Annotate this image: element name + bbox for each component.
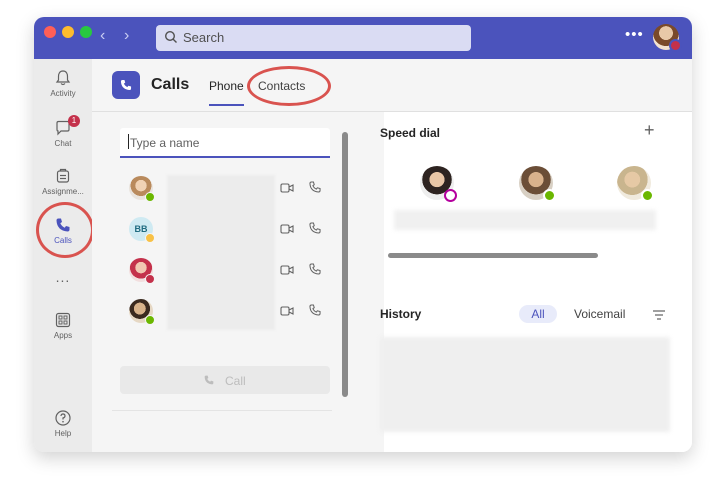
more-options-icon[interactable]: ••• xyxy=(625,26,644,43)
history-title: History xyxy=(380,307,422,321)
app-rail: Activity 1 Chat Assignme... Calls ... Ap… xyxy=(34,59,94,452)
divider xyxy=(112,410,332,411)
search-icon xyxy=(164,30,177,43)
rail-item-chat[interactable]: 1 Chat xyxy=(34,115,92,148)
chat-unread-badge: 1 xyxy=(68,115,80,127)
zoom-window-button[interactable] xyxy=(80,26,92,38)
annotation-ellipse-calls xyxy=(36,202,94,258)
contact-avatar-4[interactable] xyxy=(129,299,155,325)
name-input-placeholder: Type a name xyxy=(130,136,200,150)
video-call-icon[interactable] xyxy=(280,223,294,235)
rail-more-apps[interactable]: ... xyxy=(34,269,92,285)
audio-call-icon[interactable] xyxy=(308,262,322,276)
status-busy-dot xyxy=(669,39,682,52)
close-window-button[interactable] xyxy=(44,26,56,38)
audio-call-icon[interactable] xyxy=(308,303,322,317)
forward-arrow-icon[interactable]: › xyxy=(124,27,129,45)
apps-icon xyxy=(55,312,71,328)
rail-item-help[interactable]: Help xyxy=(34,409,92,438)
calls-header: Calls Phone Contacts xyxy=(92,59,692,112)
teams-window: ‹ › Search ••• Activity 1 Chat Assignme.… xyxy=(34,17,692,452)
filter-icon[interactable] xyxy=(652,309,666,321)
rail-label-help: Help xyxy=(54,429,72,438)
bell-icon xyxy=(55,70,71,86)
contact-initials: BB xyxy=(134,224,148,234)
status-busy-dot xyxy=(145,274,155,284)
blurred-speed-dial-names xyxy=(394,210,656,230)
calls-app-icon xyxy=(112,71,140,99)
status-dnd-dot xyxy=(444,189,457,202)
rail-item-assignments[interactable]: Assignme... xyxy=(34,167,92,196)
text-cursor xyxy=(128,134,129,149)
speed-dial-title: Speed dial xyxy=(380,126,441,140)
phone-panel: Type a name BB Call xyxy=(92,112,384,452)
phone-icon xyxy=(120,79,132,91)
speed-dial-person-1[interactable] xyxy=(420,166,457,202)
name-input[interactable]: Type a name xyxy=(120,128,330,158)
contact-avatar-3[interactable] xyxy=(129,258,155,284)
video-call-icon[interactable] xyxy=(280,264,294,276)
vertical-scrollbar[interactable] xyxy=(342,132,348,397)
tab-phone[interactable]: Phone xyxy=(209,79,244,93)
rail-label-chat: Chat xyxy=(54,139,72,148)
audio-call-icon[interactable] xyxy=(308,221,322,235)
page-title: Calls xyxy=(151,76,190,93)
blurred-history-list xyxy=(380,337,670,432)
history-filter-all[interactable]: All xyxy=(519,305,557,323)
speed-dial-person-2[interactable] xyxy=(519,166,556,202)
annotation-ellipse-contacts xyxy=(247,66,331,106)
status-available-dot xyxy=(145,315,155,325)
minimize-window-button[interactable] xyxy=(62,26,74,38)
search-bar[interactable]: Search xyxy=(156,25,471,51)
horizontal-scrollbar[interactable] xyxy=(388,253,598,258)
search-placeholder: Search xyxy=(183,30,225,45)
rail-label-activity: Activity xyxy=(50,89,76,98)
rail-label-apps: Apps xyxy=(53,331,73,340)
audio-call-icon[interactable] xyxy=(308,180,322,194)
rail-item-activity[interactable]: Activity xyxy=(34,69,92,98)
profile-avatar[interactable] xyxy=(653,24,682,52)
phone-icon xyxy=(204,375,214,385)
blurred-contact-names xyxy=(167,175,275,330)
calls-main: Calls Phone Contacts Type a name BB Call… xyxy=(92,59,692,452)
rail-item-apps[interactable]: Apps xyxy=(34,311,92,340)
assignments-icon xyxy=(56,168,70,183)
status-available-dot xyxy=(641,189,654,202)
contact-avatar-2[interactable]: BB xyxy=(129,217,155,243)
back-arrow-icon[interactable]: ‹ xyxy=(100,27,105,45)
tab-phone-underline xyxy=(209,104,244,106)
status-available-dot xyxy=(145,192,155,202)
contact-avatar-1[interactable] xyxy=(129,176,155,202)
call-button[interactable]: Call xyxy=(120,366,330,394)
speed-dial-person-3[interactable] xyxy=(617,166,654,202)
history-filter-voicemail[interactable]: Voicemail xyxy=(574,307,625,321)
title-bar: ‹ › Search ••• xyxy=(34,17,692,59)
help-icon xyxy=(55,410,71,426)
video-call-icon[interactable] xyxy=(280,182,294,194)
status-available-dot xyxy=(543,189,556,202)
status-away-dot xyxy=(145,233,155,243)
call-button-label: Call xyxy=(225,374,246,388)
video-call-icon[interactable] xyxy=(280,305,294,317)
more-icon: ... xyxy=(55,269,71,285)
plus-icon[interactable]: + xyxy=(644,120,655,141)
speed-dial-panel: Speed dial + History All Voicemail xyxy=(380,112,692,452)
rail-label-assignments: Assignme... xyxy=(42,187,84,196)
